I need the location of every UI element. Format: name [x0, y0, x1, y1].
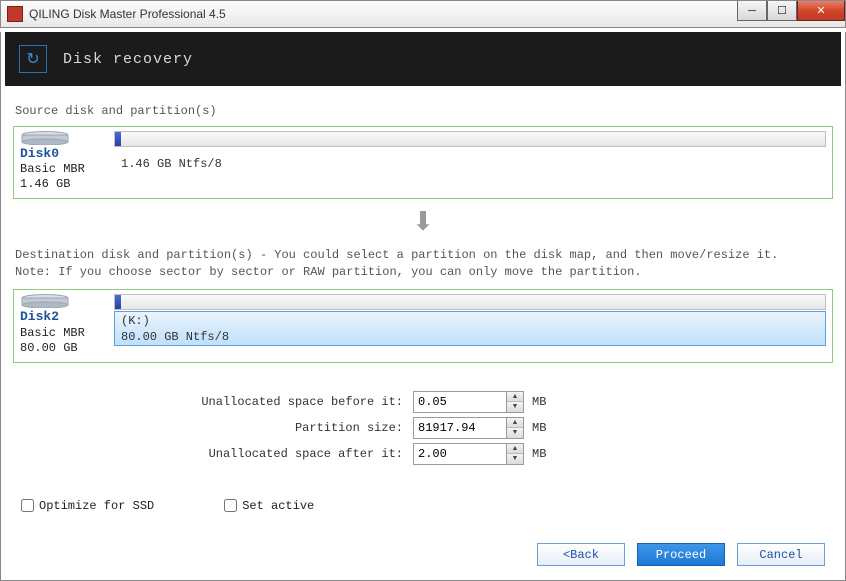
before-up[interactable]: ▲ — [507, 392, 523, 402]
dest-disk-size: 80.00 GB — [20, 341, 78, 356]
after-down[interactable]: ▼ — [507, 454, 523, 464]
dest-note: Note: If you choose sector by sector or … — [15, 265, 833, 279]
titlebar: QILING Disk Master Professional 4.5 ─ ☐ … — [0, 0, 846, 28]
ssd-checkbox[interactable] — [21, 499, 34, 512]
dest-disk-type: Basic MBR — [20, 326, 85, 341]
dest-disk-map[interactable]: (K:) 80.00 GB Ntfs/8 — [114, 311, 826, 346]
hdd-icon — [20, 131, 70, 145]
close-button[interactable]: ✕ — [797, 1, 845, 21]
source-section-label: Source disk and partition(s) — [15, 104, 833, 118]
page-title: Disk recovery — [63, 51, 193, 68]
source-disk-bar[interactable] — [114, 131, 826, 147]
dest-section-label: Destination disk and partition(s) - You … — [15, 248, 833, 262]
cancel-button[interactable]: Cancel — [737, 543, 825, 566]
source-disk-box[interactable]: Disk0 Basic MBR 1.46 GB 1.46 GB Ntfs/8 — [13, 126, 833, 199]
source-disk-info: Disk0 Basic MBR 1.46 GB — [20, 131, 104, 192]
window-title: QILING Disk Master Professional 4.5 — [29, 7, 226, 21]
dest-disk-name: Disk2 — [20, 309, 59, 325]
dest-disk-bar[interactable] — [114, 294, 826, 310]
before-label: Unallocated space before it: — [13, 395, 413, 409]
after-label: Unallocated space after it: — [13, 447, 413, 461]
proceed-button[interactable]: Proceed — [637, 543, 725, 566]
size-unit: MB — [532, 421, 546, 435]
size-down[interactable]: ▼ — [507, 428, 523, 438]
dest-disk-box[interactable]: Disk2 Basic MBR 80.00 GB (K:) 80.00 GB N… — [13, 289, 833, 362]
app-icon — [7, 6, 23, 22]
active-checkbox[interactable] — [224, 499, 237, 512]
dest-disk-info: Disk2 Basic MBR 80.00 GB — [20, 294, 104, 355]
source-disk-size: 1.46 GB — [20, 177, 70, 192]
before-down[interactable]: ▼ — [507, 402, 523, 412]
dest-drive-letter: (K:) — [121, 314, 819, 330]
dest-map-text: 80.00 GB Ntfs/8 — [121, 330, 819, 346]
recovery-icon: ↻ — [19, 45, 47, 73]
window-controls: ─ ☐ ✕ — [737, 1, 845, 21]
size-label: Partition size: — [13, 421, 413, 435]
source-disk-type: Basic MBR — [20, 162, 85, 177]
arrow-down-icon: ⬇ — [13, 207, 833, 238]
size-input[interactable] — [413, 417, 507, 439]
minimize-button[interactable]: ─ — [737, 1, 767, 21]
source-disk-map[interactable]: 1.46 GB Ntfs/8 — [114, 148, 826, 174]
source-disk-name: Disk0 — [20, 146, 59, 162]
resize-form: Unallocated space before it: ▲▼ MB Parti… — [13, 391, 833, 465]
hdd-icon — [20, 294, 70, 308]
size-up[interactable]: ▲ — [507, 418, 523, 428]
source-map-text: 1.46 GB Ntfs/8 — [121, 157, 819, 173]
active-checkbox-label[interactable]: Set active — [224, 499, 314, 513]
ssd-checkbox-label[interactable]: Optimize for SSD — [21, 499, 154, 513]
after-up[interactable]: ▲ — [507, 444, 523, 454]
page-header: ↻ Disk recovery — [5, 32, 841, 86]
back-button[interactable]: <Back — [537, 543, 625, 566]
after-unit: MB — [532, 447, 546, 461]
before-input[interactable] — [413, 391, 507, 413]
before-unit: MB — [532, 395, 546, 409]
after-input[interactable] — [413, 443, 507, 465]
maximize-button[interactable]: ☐ — [767, 1, 797, 21]
